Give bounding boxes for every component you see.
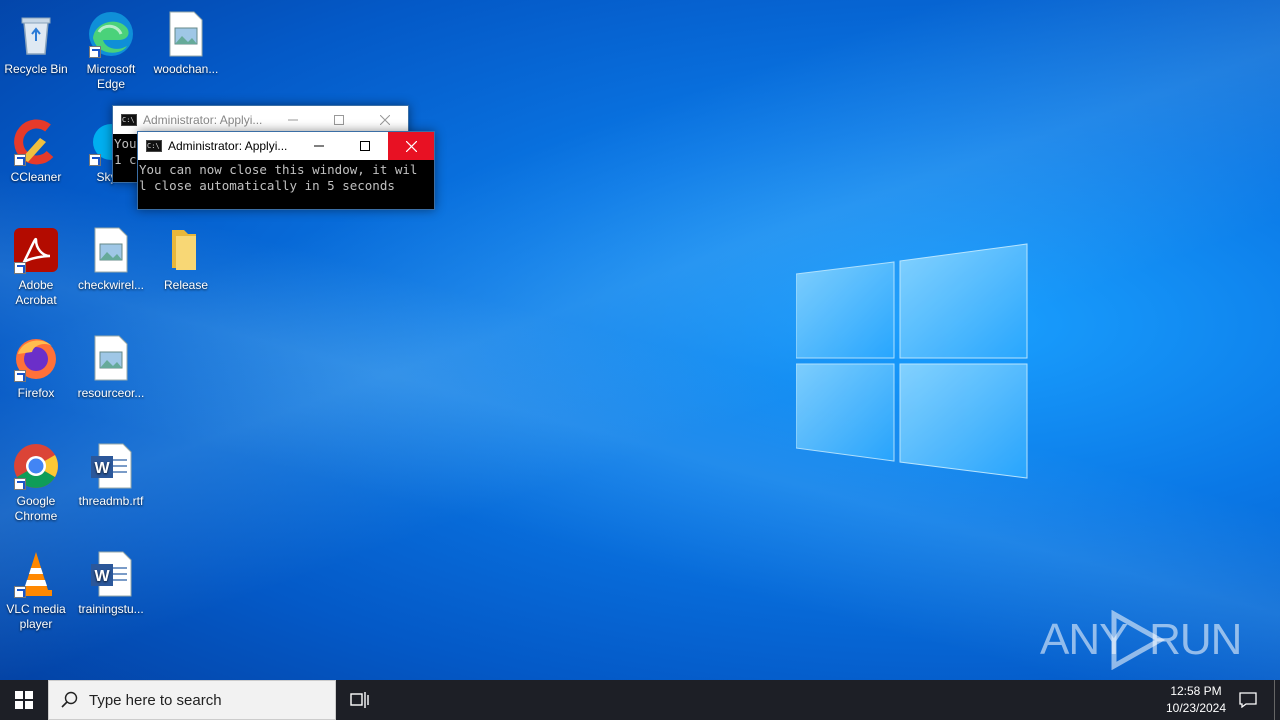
cmd-window-front[interactable]: C:\ Administrator: Applyi... You can now…: [137, 131, 435, 210]
console-output: You can now close this window, it wil l …: [139, 162, 418, 193]
clock-date: 10/23/2024: [1165, 701, 1227, 715]
desktop-icon-firefox[interactable]: Firefox: [0, 330, 74, 401]
svg-text:W: W: [94, 568, 110, 585]
taskbar-search-box[interactable]: Type here to search: [48, 680, 336, 720]
icon-label: Microsoft Edge: [86, 62, 136, 91]
desktop-icon-trainingstu[interactable]: W trainingstu...: [73, 546, 149, 617]
icon-label: resourceor...: [77, 386, 145, 400]
icon-label: woodchan...: [153, 62, 219, 76]
acrobat-icon: [12, 226, 60, 274]
shortcut-arrow-icon: [89, 46, 101, 58]
desktop-icon-woodchan[interactable]: woodchan...: [148, 6, 224, 77]
light-beam: [0, 0, 1280, 680]
system-clock[interactable]: 12:58 PM 10/23/2024: [1158, 680, 1234, 720]
shortcut-arrow-icon: [14, 154, 26, 166]
shortcut-arrow-icon: [14, 262, 26, 274]
desktop-icon-release-folder[interactable]: Release: [148, 222, 224, 293]
icon-label: Firefox: [17, 386, 55, 400]
word-document-icon: W: [87, 550, 135, 598]
image-file-icon: [87, 334, 135, 382]
cmd-icon: C:\: [121, 114, 137, 126]
firefox-icon: [12, 334, 60, 382]
icon-label: Recycle Bin: [4, 62, 68, 76]
search-placeholder: Type here to search: [89, 691, 222, 709]
desktop-icon-ccleaner[interactable]: CCleaner: [0, 114, 74, 185]
shortcut-arrow-icon: [14, 478, 26, 490]
shortcut-arrow-icon: [89, 154, 101, 166]
window-title: Administrator: Applyi...: [168, 139, 288, 153]
taskbar: Type here to search 12:58 PM 10/23/2024: [0, 680, 1280, 720]
desktop-icon-checkwirel[interactable]: checkwirel...: [73, 222, 149, 293]
show-desktop-button[interactable]: [1274, 680, 1280, 720]
close-button[interactable]: [388, 132, 434, 160]
windows-start-icon: [15, 691, 33, 709]
vlc-cone-icon: [12, 550, 60, 598]
desktop-icon-google-chrome[interactable]: Google Chrome: [0, 438, 74, 524]
start-button[interactable]: [0, 680, 48, 720]
edge-icon: [87, 10, 135, 58]
clock-time: 12:58 PM: [1170, 684, 1222, 698]
ccleaner-icon: [12, 118, 60, 166]
chrome-icon: [12, 442, 60, 490]
svg-text:W: W: [94, 460, 110, 477]
shortcut-arrow-icon: [14, 370, 26, 382]
windows-logo-wallpaper: [796, 243, 1028, 479]
word-document-icon: W: [87, 442, 135, 490]
desktop-icon-threadmb[interactable]: W threadmb.rtf: [73, 438, 149, 509]
window-title: Administrator: Applyi...: [143, 113, 263, 127]
image-file-icon: [87, 226, 135, 274]
task-view-button[interactable]: [342, 680, 378, 720]
icon-label: Adobe Acrobat: [15, 278, 57, 307]
icon-label: Release: [163, 278, 209, 292]
icon-label: trainingstu...: [78, 602, 144, 616]
close-button[interactable]: [362, 106, 408, 134]
desktop-icon-vlc[interactable]: VLC media player: [0, 546, 74, 632]
icon-label: threadmb.rtf: [78, 494, 144, 508]
minimize-icon: [288, 119, 298, 121]
minimize-button[interactable]: [270, 106, 316, 134]
desktop-icon-adobe-acrobat[interactable]: Adobe Acrobat: [0, 222, 74, 308]
minimize-icon: [314, 145, 324, 147]
light-beam: [0, 0, 1280, 680]
close-icon: [405, 140, 417, 152]
desktop-icon-resourceor[interactable]: resourceor...: [73, 330, 149, 401]
cmd-icon: C:\: [146, 140, 162, 152]
maximize-icon: [334, 115, 344, 125]
notification-icon: [1239, 692, 1257, 708]
close-icon: [380, 115, 390, 125]
minimize-button[interactable]: [296, 132, 342, 160]
play-logo-icon: [1111, 610, 1166, 670]
icon-label: checkwirel...: [77, 278, 145, 292]
maximize-icon: [360, 141, 370, 151]
task-view-icon: [350, 692, 369, 708]
action-center-button[interactable]: [1234, 680, 1262, 720]
icon-label: CCleaner: [10, 170, 62, 184]
desktop-icon-edge[interactable]: Microsoft Edge: [73, 6, 149, 92]
window-titlebar[interactable]: C:\ Administrator: Applyi...: [138, 132, 434, 160]
maximize-button[interactable]: [342, 132, 388, 160]
recycle-bin-icon: [12, 10, 60, 58]
folder-icon: [162, 226, 210, 274]
window-titlebar[interactable]: C:\ Administrator: Applyi...: [113, 106, 408, 134]
icon-label: Google Chrome: [14, 494, 58, 523]
maximize-button[interactable]: [316, 106, 362, 134]
search-icon: [61, 691, 78, 708]
image-file-icon: [162, 10, 210, 58]
shortcut-arrow-icon: [14, 586, 26, 598]
icon-label: VLC media player: [6, 602, 66, 631]
desktop-icon-recycle-bin[interactable]: Recycle Bin: [0, 6, 74, 77]
